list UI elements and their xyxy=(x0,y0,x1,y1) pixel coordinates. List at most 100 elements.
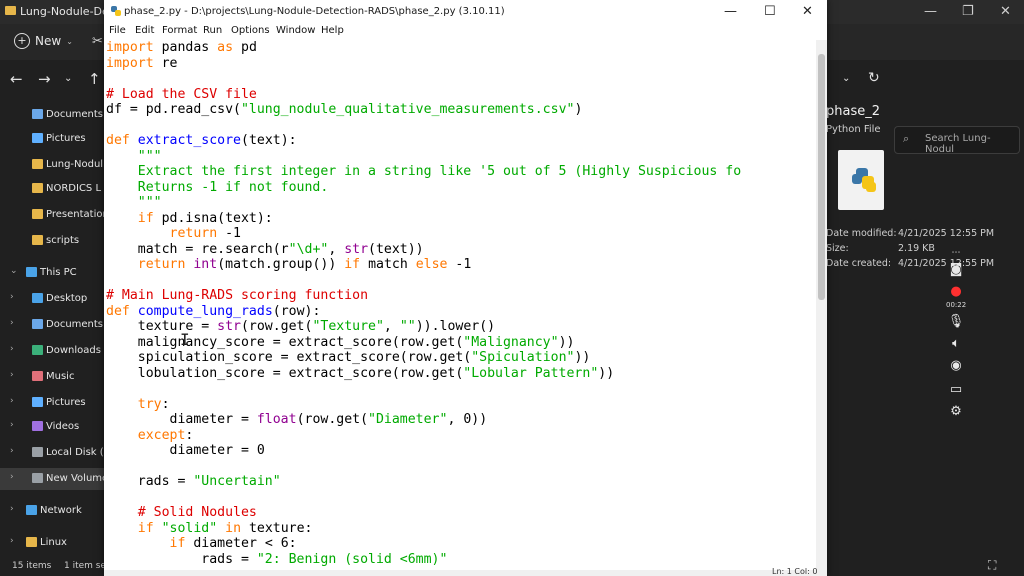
code-line: """ xyxy=(106,195,162,210)
code-line: texture = str(row.get("Texture", "")).lo… xyxy=(106,319,496,334)
code-line: rads = "2: Benign (solid <6mm)" xyxy=(106,551,448,567)
menu-help[interactable]: Help xyxy=(321,25,344,36)
chevron-icon[interactable]: ⌄ xyxy=(10,266,18,276)
sidebar-item[interactable]: Presentation xyxy=(0,204,104,226)
recent-chevron-icon[interactable]: ⌄ xyxy=(64,73,72,84)
sidebar-item-label: scripts xyxy=(46,235,80,246)
back-icon[interactable]: ← xyxy=(10,70,23,88)
menu-file[interactable]: File xyxy=(109,25,126,36)
chevron-icon[interactable]: › xyxy=(10,318,14,328)
sidebar-item[interactable]: › New Volume xyxy=(0,468,104,490)
sidebar-item[interactable]: scripts xyxy=(0,230,104,252)
details-pane: phase_2 Python File Date modified: 4/21/… xyxy=(822,98,1024,558)
sidebar-item[interactable]: ⌄ This PC xyxy=(0,262,104,284)
folder-icon xyxy=(32,345,43,355)
folder-icon xyxy=(32,159,43,169)
chevron-icon[interactable]: › xyxy=(10,344,14,354)
explorer-statusbar: 15 items 1 item se xyxy=(0,558,106,576)
chevron-icon[interactable]: › xyxy=(10,396,14,406)
idle-titlebar: phase_2.py - D:\projects\Lung-Nodule-Det… xyxy=(104,0,827,25)
new-button[interactable]: + New ⌄ xyxy=(14,33,73,49)
restore-icon[interactable]: ❐ xyxy=(962,4,974,19)
sidebar-item-label: Documents xyxy=(46,319,104,330)
details-file-name: phase_2 xyxy=(826,104,880,119)
sidebar-item-label: New Volume xyxy=(46,473,104,484)
folder-icon xyxy=(32,421,43,431)
window-icon[interactable]: ▭ xyxy=(946,382,966,400)
menu-edit[interactable]: Edit xyxy=(135,25,154,36)
code-line: malignancy_score = extract_score(row.get… xyxy=(106,334,575,350)
folder-icon xyxy=(32,235,43,245)
close-icon[interactable]: ✕ xyxy=(802,4,813,19)
code-line: import pandas as pd xyxy=(106,40,257,55)
code-line: df = pd.read_csv("lung_nodule_qualitativ… xyxy=(106,102,583,117)
details-row: Date modified: 4/21/2025 12:55 PM xyxy=(826,228,995,239)
settings-gear-icon[interactable]: ⚙ xyxy=(946,404,966,422)
sidebar-item-label: Pictures xyxy=(46,397,86,408)
sidebar-item[interactable]: Pictures xyxy=(0,128,104,150)
sidebar-item[interactable]: › Downloads xyxy=(0,340,104,362)
up-icon[interactable]: ↑ xyxy=(88,70,101,88)
fullscreen-icon[interactable]: ⛶ xyxy=(988,558,996,573)
new-button-label: New xyxy=(35,34,62,48)
maximize-icon[interactable]: ☐ xyxy=(764,4,776,19)
sidebar-item[interactable]: › Pictures xyxy=(0,392,104,414)
folder-icon xyxy=(32,473,43,483)
sidebar-item[interactable]: › Network xyxy=(0,500,104,522)
sidebar-item[interactable]: › Music xyxy=(0,366,104,388)
webcam-icon[interactable]: ◉ xyxy=(946,358,966,376)
folder-icon xyxy=(32,183,43,193)
cut-icon[interactable]: ✂ xyxy=(92,34,103,49)
minimize-icon[interactable]: — xyxy=(724,4,737,19)
address-chevron-icon[interactable]: ⌄ xyxy=(842,73,850,84)
vertical-scrollbar[interactable] xyxy=(816,40,827,570)
code-line: """ xyxy=(137,148,162,164)
text-cursor-icon: I xyxy=(180,330,190,349)
folder-icon xyxy=(32,371,43,381)
screen-recorder-panel: ⋯ ◙ ● 00:22 🎙︎ 🔈︎ ◉ ▭ ⚙ xyxy=(940,248,972,428)
menu-window[interactable]: Window xyxy=(276,25,315,36)
refresh-icon[interactable]: ↻ xyxy=(868,70,880,86)
details-row: Date created: 4/21/2025 12:55 PM xyxy=(826,258,995,269)
sidebar-item-label: Linux xyxy=(40,537,67,548)
sidebar-item[interactable]: › Linux xyxy=(0,532,104,554)
folder-icon xyxy=(32,319,43,329)
forward-icon[interactable]: → xyxy=(38,70,51,88)
sidebar-item[interactable]: Documents xyxy=(0,104,104,126)
sidebar-item[interactable]: › Documents xyxy=(0,314,104,336)
folder-icon xyxy=(32,209,43,219)
chevron-icon[interactable]: › xyxy=(10,420,14,430)
chevron-icon[interactable]: › xyxy=(10,370,14,380)
code-editor[interactable]: import pandas as pd import re # Load the… xyxy=(104,40,814,570)
code-line: Returns -1 if not found. xyxy=(106,179,329,195)
microphone-icon[interactable]: 🎙︎ xyxy=(946,314,966,332)
navigation-pane: Documents Pictures Lung-Nodul NORDICS L Pres… xyxy=(0,98,104,558)
menu-format[interactable]: Format xyxy=(162,25,197,36)
folder-icon xyxy=(26,537,37,547)
window-title: phase_2.py - D:\projects\Lung-Nodule-Det… xyxy=(124,6,505,17)
code-line: return int(match.group()) if match else … xyxy=(137,257,472,272)
sidebar-item[interactable]: Lung-Nodul xyxy=(0,154,104,176)
speaker-icon[interactable]: 🔈︎ xyxy=(946,336,966,354)
chevron-icon[interactable]: › xyxy=(10,472,14,482)
camera-icon[interactable]: ◙ xyxy=(946,262,966,280)
close-icon[interactable]: ✕ xyxy=(1000,4,1011,19)
minimize-icon[interactable]: — xyxy=(924,4,937,19)
sidebar-item[interactable]: › Desktop xyxy=(0,288,104,310)
record-stop-icon[interactable]: ● xyxy=(946,284,966,302)
chevron-icon[interactable]: › xyxy=(10,446,14,456)
chevron-icon[interactable]: › xyxy=(10,536,14,546)
menu-run[interactable]: Run xyxy=(203,25,222,36)
chevron-down-icon: ⌄ xyxy=(66,36,73,46)
sidebar-item[interactable]: NORDICS L xyxy=(0,178,104,200)
chevron-icon[interactable]: › xyxy=(10,292,14,302)
sidebar-item[interactable]: › Videos xyxy=(0,416,104,438)
sidebar-item[interactable]: › Local Disk (C:) xyxy=(0,442,104,464)
sidebar-item-label: Documents xyxy=(46,109,104,120)
chevron-icon[interactable]: › xyxy=(10,504,14,514)
code-line: try: xyxy=(137,396,170,412)
scrollbar-thumb[interactable] xyxy=(818,54,825,300)
menu-options[interactable]: Options xyxy=(231,25,270,36)
record-timer: 00:22 xyxy=(946,301,967,309)
code-line: if pd.isna(text): xyxy=(137,210,273,226)
